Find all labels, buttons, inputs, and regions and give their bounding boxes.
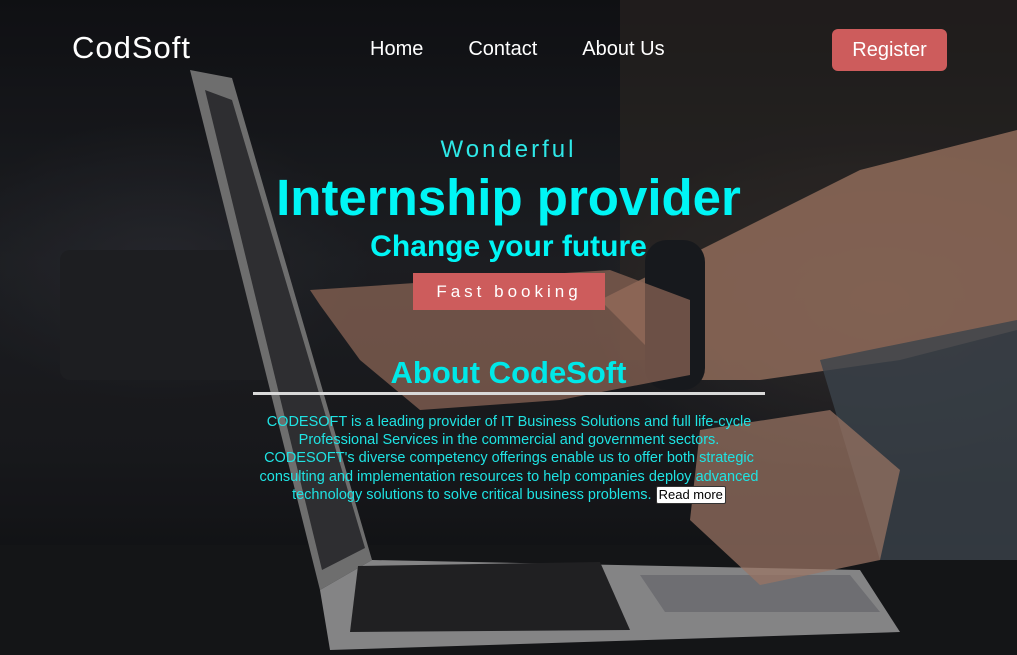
about-title: About CodeSoft: [390, 355, 627, 390]
hero-headline: Internship provider: [276, 169, 741, 226]
site-logo[interactable]: CodSoft: [72, 30, 191, 66]
dark-overlay: [0, 0, 1017, 655]
nav-link-about-us[interactable]: About Us: [582, 38, 664, 61]
main-nav: Home Contact About Us: [370, 38, 710, 61]
hero-section: CodSoft Home Contact About Us Register W…: [0, 0, 1017, 655]
about-description: CODESOFT is a leading provider of IT Bus…: [255, 413, 763, 504]
nav-link-home[interactable]: Home: [370, 38, 423, 61]
read-more-button[interactable]: Read more: [655, 485, 726, 504]
register-button[interactable]: Register: [832, 29, 947, 71]
hero-subheadline: Change your future: [370, 230, 647, 263]
about-divider: [253, 392, 765, 395]
fast-booking-button[interactable]: Fast booking: [413, 273, 605, 310]
hero-tagline: Wonderful: [440, 136, 577, 163]
nav-link-contact[interactable]: Contact: [468, 38, 537, 61]
